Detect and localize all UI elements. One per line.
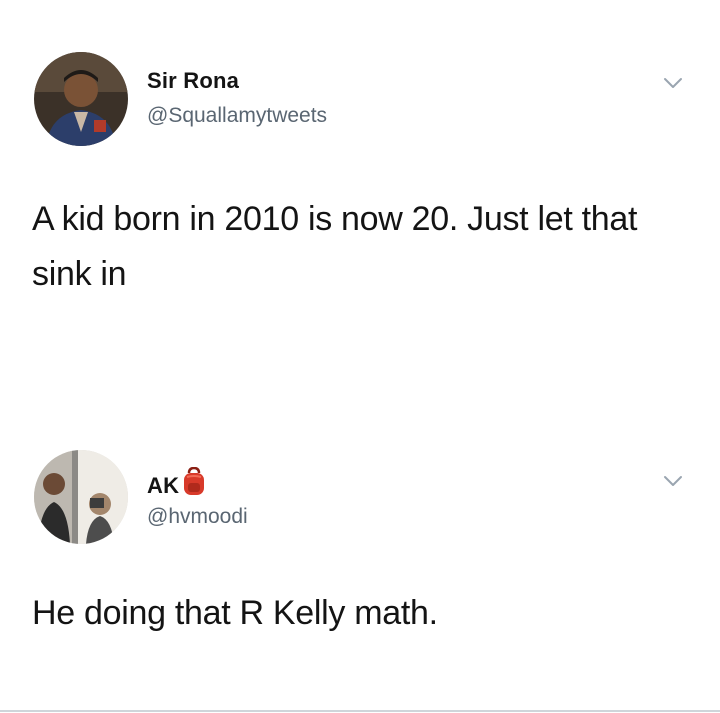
avatar-photo-icon bbox=[34, 450, 128, 544]
user-handle[interactable]: @hvmoodi bbox=[147, 505, 248, 529]
avatar-photo-icon bbox=[34, 52, 128, 146]
display-name-text: AK bbox=[147, 473, 180, 498]
display-name[interactable]: Sir Rona bbox=[147, 68, 239, 94]
backpack-emoji-icon bbox=[184, 467, 205, 495]
chevron-down-icon[interactable] bbox=[663, 76, 683, 90]
avatar[interactable] bbox=[34, 52, 128, 146]
chevron-down-icon[interactable] bbox=[663, 474, 683, 488]
tweet-text: A kid born in 2010 is now 20. Just let t… bbox=[32, 200, 638, 293]
avatar[interactable] bbox=[34, 450, 128, 544]
display-name[interactable]: AK bbox=[147, 467, 207, 499]
divider bbox=[0, 710, 720, 712]
user-handle[interactable]: @Squallamytweets bbox=[147, 104, 327, 128]
tweet-text: He doing that R Kelly math. bbox=[32, 594, 438, 632]
